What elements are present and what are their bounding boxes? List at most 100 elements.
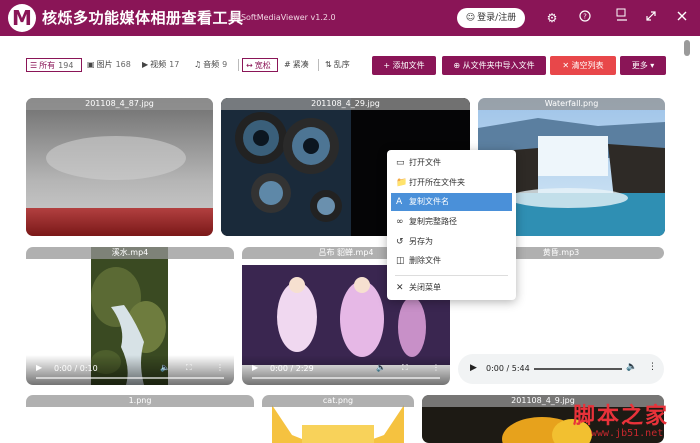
video-progress[interactable] <box>36 377 224 379</box>
volume-icon[interactable]: 🔈 <box>626 362 637 372</box>
clear-list-label: 清空列表 <box>571 61 604 70</box>
video-time: 0:00 / 0:10 <box>54 364 98 373</box>
filter-video-label: 视频 <box>150 60 167 69</box>
shuffle-toggle[interactable]: ⇅ 乱序 <box>325 58 350 72</box>
audio-progress[interactable] <box>534 368 622 370</box>
audio-player[interactable]: ▶ 0:00 / 5:44 🔈 ⋮ <box>458 354 664 384</box>
title-bar: M 核烁多功能媒体相册查看工具 HeSoftMediaViewer v1.2.0… <box>0 0 700 36</box>
filter-audio-count: 9 <box>222 60 228 69</box>
menu-close[interactable]: ✕ 关闭菜单 <box>391 279 512 297</box>
video-card[interactable]: 溪水.mp4 ▶ 0:00 / 0:10 🔈 ⛶ ⋮ <box>26 247 234 385</box>
play-icon[interactable]: ▶ <box>470 363 477 373</box>
link-icon: ∞ <box>396 217 404 227</box>
more-label: 更多 <box>631 61 648 70</box>
video-icon: ▶ <box>142 60 149 69</box>
audio-time: 0:00 / 5:44 <box>486 364 530 373</box>
chevron-down-icon: ▾ <box>647 61 655 70</box>
plus-icon: + <box>383 61 393 70</box>
menu-label: 关闭菜单 <box>409 283 441 292</box>
close-icon: ✕ <box>396 283 404 293</box>
more-options-icon[interactable]: ⋮ <box>216 363 224 372</box>
close-icon: ✕ <box>562 61 572 70</box>
menu-open-file[interactable]: ▭ 打开文件 <box>391 154 512 172</box>
menu-save-as[interactable]: ↺ 另存为 <box>391 233 512 251</box>
layout-compact[interactable]: # 紧凑 <box>284 58 309 72</box>
layout-compact-label: 紧凑 <box>292 60 309 69</box>
filter-video[interactable]: ▶ 视频 17 <box>142 58 179 72</box>
fullscreen-icon[interactable]: ⛶ <box>402 363 408 373</box>
video-controls: ▶ 0:00 / 2:29 🔈 ⛶ ⋮ <box>242 355 450 385</box>
layout-loose-label: 宽松 <box>254 61 271 70</box>
volume-icon[interactable]: 🔈 <box>160 363 170 372</box>
text-icon: A <box>396 197 403 207</box>
shuffle-icon: ⇅ <box>325 60 332 69</box>
scrollbar[interactable] <box>684 40 690 440</box>
clear-list-button[interactable]: ✕ 清空列表 <box>550 56 616 75</box>
folder-icon: 📁 <box>396 178 408 188</box>
list-icon: ☰ <box>30 61 38 70</box>
play-icon[interactable]: ▶ <box>252 363 258 372</box>
filter-image-label: 图片 <box>96 60 113 69</box>
toolbar-divider <box>238 59 239 71</box>
image-icon: ▣ <box>87 60 95 69</box>
login-label: 登录/注册 <box>477 13 517 23</box>
play-icon[interactable]: ▶ <box>36 363 42 372</box>
menu-label: 打开所在文件夹 <box>409 178 465 187</box>
watermark: 脚本之家 www.jb51.net <box>573 398 695 442</box>
add-file-button[interactable]: + 添加文件 <box>372 56 436 75</box>
menu-delete[interactable]: ◫ 删除文件 <box>391 252 512 270</box>
close-icon[interactable] <box>672 8 692 28</box>
filter-image-count: 168 <box>115 60 131 69</box>
fullscreen-icon[interactable]: ⛶ <box>186 363 192 373</box>
card-title: 1.png <box>26 395 254 407</box>
more-options-icon[interactable]: ⋮ <box>648 362 657 372</box>
expand-icon: ↔ <box>246 61 253 70</box>
menu-label: 删除文件 <box>409 256 441 265</box>
share-icon: ↺ <box>396 237 404 247</box>
card-title: 201108_4_29.jpg <box>221 98 470 110</box>
svg-text:?: ? <box>583 13 587 21</box>
shuffle-label: 乱序 <box>333 60 350 69</box>
more-button[interactable]: 更多 ▾ <box>620 56 666 75</box>
scrollbar-thumb[interactable] <box>684 40 690 56</box>
login-button[interactable]: ☺ 登录/注册 <box>457 8 525 28</box>
layout-loose[interactable]: ↔ 宽松 <box>242 58 278 72</box>
user-icon: ☺ <box>465 13 476 23</box>
app-version: HeSoftMediaViewer v1.2.0 <box>230 13 336 22</box>
volume-icon[interactable]: 🔈 <box>376 363 386 372</box>
watermark-url: www.jb51.net <box>591 428 664 439</box>
plus-icon: ⊕ <box>453 61 463 70</box>
more-options-icon[interactable]: ⋮ <box>432 363 440 372</box>
microphone-icon: ♫ <box>194 60 202 69</box>
filter-video-count: 17 <box>169 60 180 69</box>
filter-audio[interactable]: ♫ 音频 9 <box>194 58 227 72</box>
menu-label: 打开文件 <box>409 158 441 167</box>
filter-all-count: 194 <box>58 61 74 70</box>
maximize-icon[interactable] <box>641 8 661 28</box>
video-controls: ▶ 0:00 / 0:10 🔈 ⛶ ⋮ <box>26 355 234 385</box>
help-icon[interactable]: ? <box>575 8 595 28</box>
menu-copy-name[interactable]: A 复制文件名 <box>391 193 512 211</box>
card-title: Waterfall.png <box>478 98 665 110</box>
media-card[interactable]: 1.png <box>26 395 254 443</box>
video-time: 0:00 / 2:29 <box>270 364 314 373</box>
menu-label: 复制文件名 <box>409 197 449 206</box>
media-card[interactable]: 201108_4_87.jpg <box>26 98 213 236</box>
menu-copy-path[interactable]: ∞ 复制完整路径 <box>391 213 512 231</box>
toolbar-divider <box>318 59 319 71</box>
video-progress[interactable] <box>252 377 440 379</box>
media-card[interactable]: cat.png <box>262 395 414 443</box>
minimize-icon[interactable] <box>612 8 632 28</box>
filter-all-label: 所有 <box>39 61 56 70</box>
card-thumbnail <box>26 98 213 236</box>
filter-all[interactable]: ☰ 所有 194 <box>26 58 82 72</box>
card-title: 溪水.mp4 <box>26 247 234 259</box>
filter-image[interactable]: ▣ 图片 168 <box>87 58 131 72</box>
menu-open-folder[interactable]: 📁 打开所在文件夹 <box>391 174 512 192</box>
settings-icon[interactable]: ⚙ <box>542 8 562 28</box>
app-logo: M <box>8 4 36 32</box>
import-folder-label: 从文件夹中导入文件 <box>462 61 535 70</box>
import-folder-button[interactable]: ⊕ 从文件夹中导入文件 <box>442 56 546 75</box>
menu-label: 另存为 <box>409 237 433 246</box>
menu-label: 复制完整路径 <box>409 217 457 226</box>
